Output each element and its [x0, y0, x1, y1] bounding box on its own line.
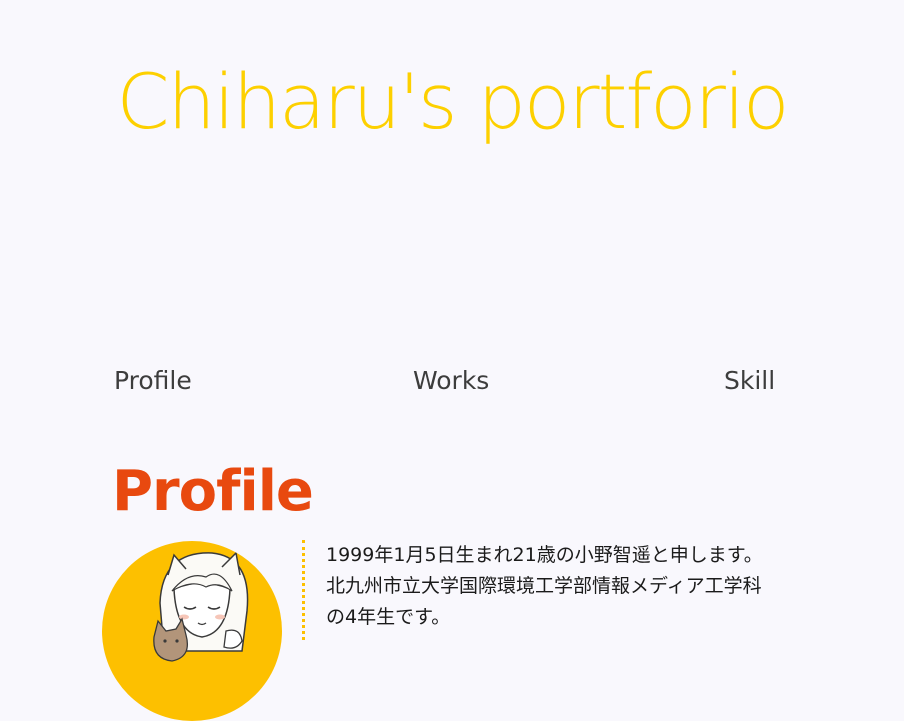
nav-link-profile[interactable]: Profile: [114, 364, 192, 398]
nav-link-works[interactable]: Works: [413, 364, 489, 398]
bio-line: の4年生です。: [326, 606, 451, 628]
avatar-illustration: [153, 551, 249, 662]
bio-line: 北九州市立大学国際環境工学部情報メディア工学科: [326, 575, 762, 597]
nav-link-skill[interactable]: Skill: [724, 364, 775, 398]
profile-bio: 1999年1月5日生まれ21歳の小野智遥と申します。 北九州市立大学国際環境工学…: [326, 540, 846, 633]
avatar: [102, 541, 282, 721]
profile-heading: Profile: [112, 459, 314, 524]
bio-line: 1999年1月5日生まれ21歳の小野智遥と申します。: [326, 544, 763, 566]
profile-divider: [302, 540, 305, 640]
site-title: Chiharu's portforio: [116, 57, 789, 146]
